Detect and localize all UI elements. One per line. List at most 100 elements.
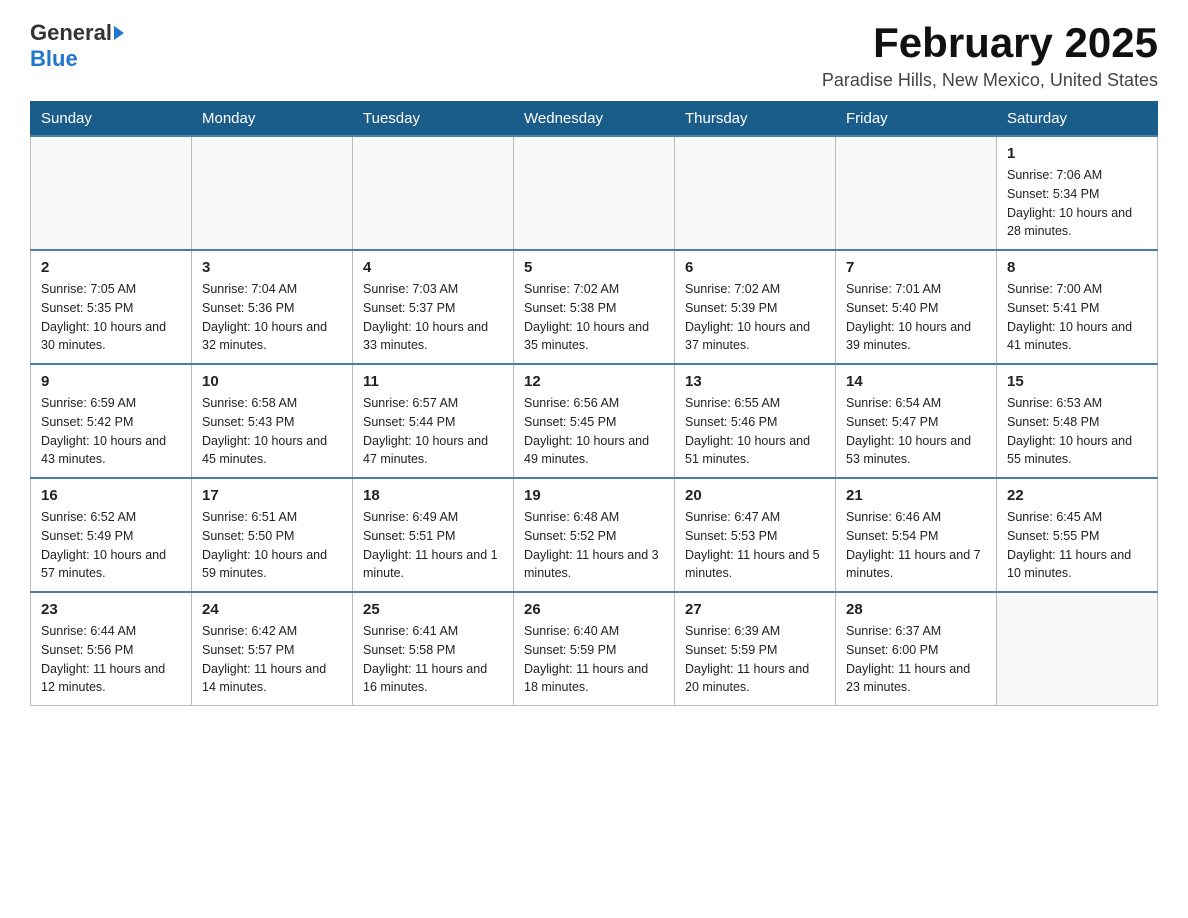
location-title: Paradise Hills, New Mexico, United State…	[822, 70, 1158, 91]
calendar-day-cell: 21 Sunrise: 6:46 AM Sunset: 5:54 PM Dayli…	[836, 478, 997, 592]
day-number: 7	[846, 259, 986, 276]
day-info: Sunrise: 6:42 AM Sunset: 5:57 PM Dayligh…	[202, 622, 342, 697]
calendar-day-cell: 7 Sunrise: 7:01 AM Sunset: 5:40 PM Daylig…	[836, 250, 997, 364]
logo: General Blue	[30, 20, 124, 72]
calendar-day-cell: 1 Sunrise: 7:06 AM Sunset: 5:34 PM Daylig…	[997, 136, 1158, 250]
day-info: Sunrise: 7:05 AM Sunset: 5:35 PM Dayligh…	[41, 280, 181, 355]
logo-arrow-icon	[114, 26, 124, 40]
day-number: 1	[1007, 145, 1147, 162]
day-info: Sunrise: 6:55 AM Sunset: 5:46 PM Dayligh…	[685, 394, 825, 469]
calendar-day-header: Friday	[836, 102, 997, 137]
calendar-table: SundayMondayTuesdayWednesdayThursdayFrid…	[30, 101, 1158, 706]
day-info: Sunrise: 6:44 AM Sunset: 5:56 PM Dayligh…	[41, 622, 181, 697]
calendar-day-cell: 27 Sunrise: 6:39 AM Sunset: 5:59 PM Dayli…	[675, 592, 836, 706]
day-number: 27	[685, 601, 825, 618]
calendar-day-cell: 6 Sunrise: 7:02 AM Sunset: 5:39 PM Daylig…	[675, 250, 836, 364]
day-info: Sunrise: 6:39 AM Sunset: 5:59 PM Dayligh…	[685, 622, 825, 697]
day-info: Sunrise: 6:45 AM Sunset: 5:55 PM Dayligh…	[1007, 508, 1147, 583]
day-info: Sunrise: 6:51 AM Sunset: 5:50 PM Dayligh…	[202, 508, 342, 583]
calendar-day-cell: 2 Sunrise: 7:05 AM Sunset: 5:35 PM Daylig…	[31, 250, 192, 364]
calendar-day-header: Thursday	[675, 102, 836, 137]
logo-general-text: General	[30, 20, 124, 46]
day-info: Sunrise: 7:00 AM Sunset: 5:41 PM Dayligh…	[1007, 280, 1147, 355]
day-info: Sunrise: 7:01 AM Sunset: 5:40 PM Dayligh…	[846, 280, 986, 355]
day-number: 26	[524, 601, 664, 618]
calendar-day-cell: 16Sunrise: 6:52 AM Sunset: 5:49 PM Dayli…	[31, 478, 192, 592]
calendar-week-row: 2 Sunrise: 7:05 AM Sunset: 5:35 PM Daylig…	[31, 250, 1158, 364]
day-number: 23	[41, 601, 181, 618]
calendar-day-cell: 28Sunrise: 6:37 AM Sunset: 6:00 PM Dayli…	[836, 592, 997, 706]
calendar-day-cell	[192, 136, 353, 250]
calendar-day-cell	[836, 136, 997, 250]
calendar-day-header: Saturday	[997, 102, 1158, 137]
logo-general-label: General	[30, 20, 112, 46]
day-number: 14	[846, 373, 986, 390]
calendar-day-cell: 10 Sunrise: 6:58 AM Sunset: 5:43 PM Dayli…	[192, 364, 353, 478]
calendar-day-cell	[514, 136, 675, 250]
day-info: Sunrise: 6:48 AM Sunset: 5:52 PM Dayligh…	[524, 508, 664, 583]
day-number: 3	[202, 259, 342, 276]
day-number: 24	[202, 601, 342, 618]
calendar-week-row: 1 Sunrise: 7:06 AM Sunset: 5:34 PM Daylig…	[31, 136, 1158, 250]
day-info: Sunrise: 7:06 AM Sunset: 5:34 PM Dayligh…	[1007, 166, 1147, 241]
day-number: 13	[685, 373, 825, 390]
calendar-day-header: Wednesday	[514, 102, 675, 137]
calendar-day-cell	[353, 136, 514, 250]
day-info: Sunrise: 6:56 AM Sunset: 5:45 PM Dayligh…	[524, 394, 664, 469]
page-header: General Blue February 2025 Paradise Hill…	[30, 20, 1158, 91]
day-number: 6	[685, 259, 825, 276]
logo-blue-text: Blue	[30, 46, 78, 72]
calendar-day-cell: 8 Sunrise: 7:00 AM Sunset: 5:41 PM Daylig…	[997, 250, 1158, 364]
day-number: 8	[1007, 259, 1147, 276]
day-info: Sunrise: 7:02 AM Sunset: 5:38 PM Dayligh…	[524, 280, 664, 355]
calendar-day-cell	[31, 136, 192, 250]
month-title: February 2025	[822, 20, 1158, 66]
calendar-day-cell: 19Sunrise: 6:48 AM Sunset: 5:52 PM Dayli…	[514, 478, 675, 592]
calendar-day-cell	[997, 592, 1158, 706]
day-info: Sunrise: 6:52 AM Sunset: 5:49 PM Dayligh…	[41, 508, 181, 583]
calendar-week-row: 23 Sunrise: 6:44 AM Sunset: 5:56 PM Dayli…	[31, 592, 1158, 706]
day-info: Sunrise: 6:46 AM Sunset: 5:54 PM Dayligh…	[846, 508, 986, 583]
day-info: Sunrise: 6:59 AM Sunset: 5:42 PM Dayligh…	[41, 394, 181, 469]
day-number: 17	[202, 487, 342, 504]
day-number: 2	[41, 259, 181, 276]
day-number: 21	[846, 487, 986, 504]
calendar-header-row: SundayMondayTuesdayWednesdayThursdayFrid…	[31, 102, 1158, 137]
day-info: Sunrise: 6:53 AM Sunset: 5:48 PM Dayligh…	[1007, 394, 1147, 469]
day-number: 28	[846, 601, 986, 618]
calendar-day-header: Tuesday	[353, 102, 514, 137]
day-info: Sunrise: 6:47 AM Sunset: 5:53 PM Dayligh…	[685, 508, 825, 583]
calendar-day-cell	[675, 136, 836, 250]
calendar-day-cell: 15Sunrise: 6:53 AM Sunset: 5:48 PM Dayli…	[997, 364, 1158, 478]
day-info: Sunrise: 6:41 AM Sunset: 5:58 PM Dayligh…	[363, 622, 503, 697]
calendar-day-cell: 24 Sunrise: 6:42 AM Sunset: 5:57 PM Dayli…	[192, 592, 353, 706]
calendar-day-cell: 17 Sunrise: 6:51 AM Sunset: 5:50 PM Dayli…	[192, 478, 353, 592]
day-number: 11	[363, 373, 503, 390]
calendar-day-cell: 23 Sunrise: 6:44 AM Sunset: 5:56 PM Dayli…	[31, 592, 192, 706]
calendar-day-cell: 14 Sunrise: 6:54 AM Sunset: 5:47 PM Dayli…	[836, 364, 997, 478]
day-number: 10	[202, 373, 342, 390]
calendar-day-cell: 18 Sunrise: 6:49 AM Sunset: 5:51 PM Dayli…	[353, 478, 514, 592]
day-info: Sunrise: 7:03 AM Sunset: 5:37 PM Dayligh…	[363, 280, 503, 355]
day-number: 12	[524, 373, 664, 390]
calendar-day-cell: 26Sunrise: 6:40 AM Sunset: 5:59 PM Dayli…	[514, 592, 675, 706]
day-info: Sunrise: 7:02 AM Sunset: 5:39 PM Dayligh…	[685, 280, 825, 355]
calendar-day-cell: 3 Sunrise: 7:04 AM Sunset: 5:36 PM Daylig…	[192, 250, 353, 364]
calendar-day-cell: 11 Sunrise: 6:57 AM Sunset: 5:44 PM Dayli…	[353, 364, 514, 478]
day-number: 22	[1007, 487, 1147, 504]
day-number: 25	[363, 601, 503, 618]
day-number: 5	[524, 259, 664, 276]
day-info: Sunrise: 6:58 AM Sunset: 5:43 PM Dayligh…	[202, 394, 342, 469]
day-info: Sunrise: 6:49 AM Sunset: 5:51 PM Dayligh…	[363, 508, 503, 583]
day-info: Sunrise: 7:04 AM Sunset: 5:36 PM Dayligh…	[202, 280, 342, 355]
day-number: 9	[41, 373, 181, 390]
day-info: Sunrise: 6:57 AM Sunset: 5:44 PM Dayligh…	[363, 394, 503, 469]
day-info: Sunrise: 6:54 AM Sunset: 5:47 PM Dayligh…	[846, 394, 986, 469]
calendar-day-cell: 9 Sunrise: 6:59 AM Sunset: 5:42 PM Daylig…	[31, 364, 192, 478]
calendar-day-header: Monday	[192, 102, 353, 137]
calendar-day-cell: 12 Sunrise: 6:56 AM Sunset: 5:45 PM Dayli…	[514, 364, 675, 478]
title-section: February 2025 Paradise Hills, New Mexico…	[822, 20, 1158, 91]
calendar-day-cell: 25 Sunrise: 6:41 AM Sunset: 5:58 PM Dayli…	[353, 592, 514, 706]
day-number: 18	[363, 487, 503, 504]
calendar-day-cell: 5 Sunrise: 7:02 AM Sunset: 5:38 PM Daylig…	[514, 250, 675, 364]
